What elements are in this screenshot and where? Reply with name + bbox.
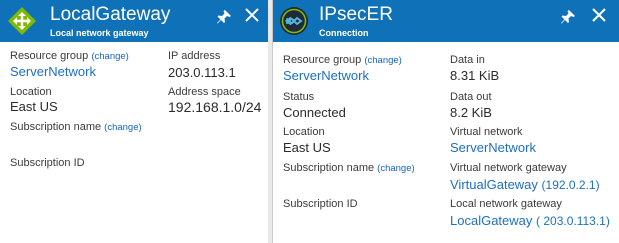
local-gateway-ip: ( 203.0.113.1) [536, 214, 610, 228]
virtual-network-link[interactable]: ServerNetwork [450, 140, 536, 155]
blade-subtitle: Connection [319, 28, 369, 38]
data-in-label: Data in [450, 54, 485, 66]
local-gateway-label: Local network gateway [450, 198, 562, 210]
subscription-name-label: Subscription name (change) [283, 162, 415, 174]
vnet-gateway-link[interactable]: VirtualGateway (192.0.2.1) [450, 177, 600, 192]
blade-header: IPsecER Connection [273, 0, 619, 42]
blade-title: IPsecER [319, 4, 393, 25]
data-out-value: 8.2 KiB [450, 105, 492, 120]
subscription-change-link[interactable]: (change) [104, 122, 142, 133]
local-gateway-name[interactable]: LocalGateway [450, 213, 532, 228]
data-out-label: Data out [450, 91, 492, 103]
pin-icon[interactable] [560, 9, 576, 25]
address-space-label: Address space [168, 86, 241, 98]
local-gateway-blade: LocalGateway Local network gateway Resou… [0, 0, 268, 243]
data-in-value: 8.31 KiB [450, 68, 500, 83]
ip-address-label: IP address [168, 50, 221, 62]
status-value: Connected [283, 105, 346, 120]
blade-title: LocalGateway [50, 4, 171, 25]
location-value: East US [10, 99, 58, 114]
location-label: Location [10, 86, 52, 98]
resource-group-link[interactable]: ServerNetwork [283, 68, 369, 83]
location-label: Location [283, 126, 325, 138]
resource-group-label: Resource group (change) [283, 54, 402, 66]
resource-group-label-text: Resource group [10, 50, 89, 62]
subscription-id-label: Subscription ID [10, 157, 85, 169]
location-value: East US [283, 140, 331, 155]
status-label: Status [283, 91, 315, 103]
subscription-name-label-text: Subscription name [283, 162, 375, 174]
blade-header: LocalGateway Local network gateway [0, 0, 268, 42]
resource-group-change-link[interactable]: (change) [91, 51, 129, 62]
local-gateway-link[interactable]: LocalGateway ( 203.0.113.1) [450, 213, 610, 228]
connection-icon [280, 7, 308, 35]
close-icon[interactable] [244, 7, 260, 23]
connection-blade: IPsecER Connection Resource group (chang… [272, 0, 619, 243]
vnet-gateway-ip: (192.0.2.1) [541, 178, 600, 192]
resource-group-label: Resource group (change) [10, 50, 129, 62]
virtual-network-label: Virtual network [450, 126, 523, 138]
address-space-value: 192.168.1.0/24 [168, 99, 262, 115]
ip-address-value: 203.0.113.1 [168, 65, 236, 80]
subscription-name-label-text: Subscription name [10, 121, 102, 133]
resource-group-label-text: Resource group [283, 54, 362, 66]
resource-group-change-link[interactable]: (change) [364, 55, 402, 66]
pin-icon[interactable] [216, 9, 232, 25]
vnet-gateway-name[interactable]: VirtualGateway [450, 177, 538, 192]
subscription-change-link[interactable]: (change) [377, 163, 415, 174]
blade-subtitle: Local network gateway [50, 28, 149, 38]
subscription-id-label: Subscription ID [283, 198, 358, 210]
local-gateway-icon [8, 7, 36, 35]
subscription-name-label: Subscription name (change) [10, 121, 142, 133]
resource-group-link[interactable]: ServerNetwork [10, 64, 96, 79]
close-icon[interactable] [591, 7, 607, 23]
vnet-gateway-label: Virtual network gateway [450, 162, 567, 174]
